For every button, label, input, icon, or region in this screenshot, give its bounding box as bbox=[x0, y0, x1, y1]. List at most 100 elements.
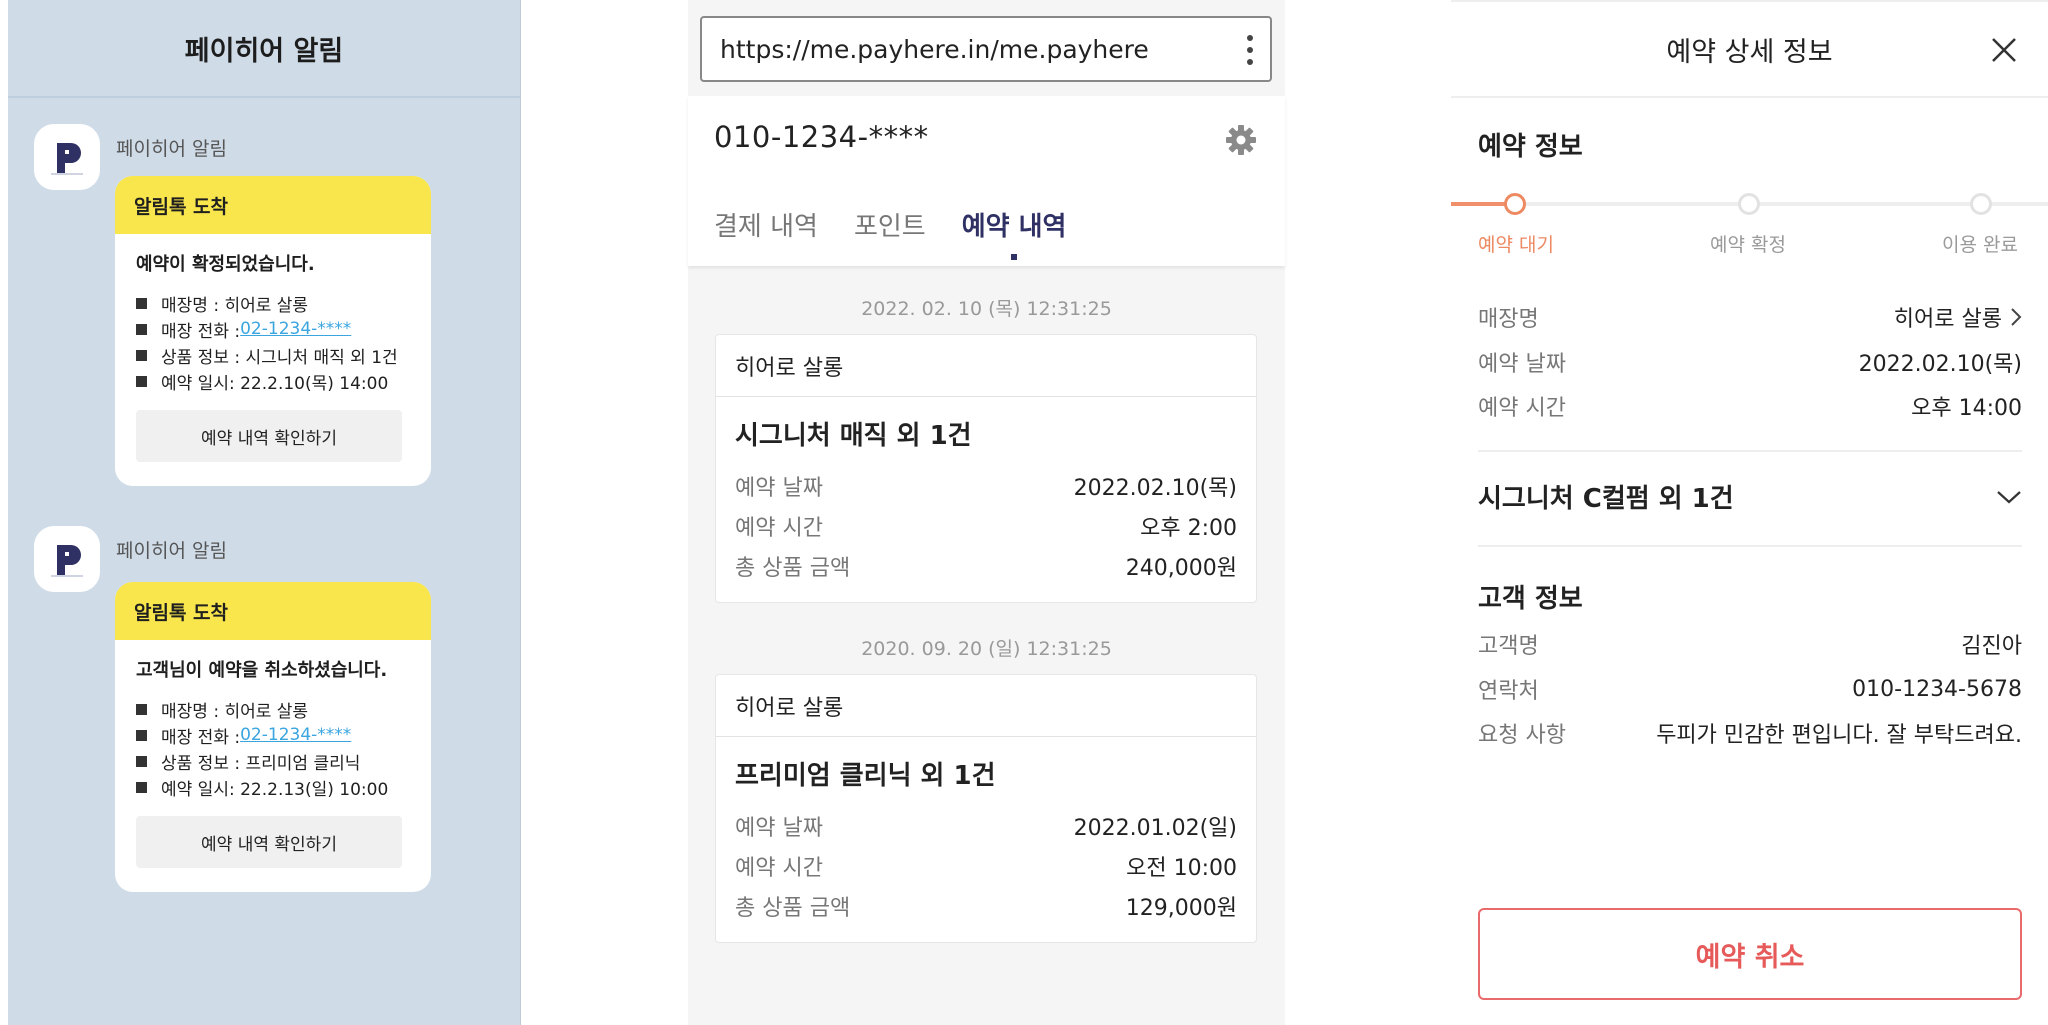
list-item: 매장명 : 히어로 살롱 bbox=[136, 696, 413, 722]
cancel-reservation-button[interactable]: 예약 취소 bbox=[1478, 908, 2022, 1000]
bullet-list: 매장명 : 히어로 살롱 매장 전화 : 02-1234-**** 상품 정보 … bbox=[136, 696, 413, 800]
tab-payments[interactable]: 결제 내역 bbox=[714, 206, 818, 243]
tab-points[interactable]: 포인트 bbox=[854, 206, 926, 243]
masked-phone-number: 010-1234-**** bbox=[714, 120, 929, 154]
detail-row-customer-name: 고객명 김진아 bbox=[1478, 624, 2022, 664]
row-label: 연락처 bbox=[1478, 679, 1539, 704]
url-text: https://me.payhere.in/me.payhere bbox=[720, 34, 1149, 64]
bubble-lead-text: 고객님이 예약을 취소하셨습니다. bbox=[136, 660, 388, 681]
row-value: 240,000원 bbox=[1125, 556, 1237, 581]
row-label: 총 상품 금액 bbox=[735, 556, 851, 581]
list-item: 예약 일시: 22.2.13(일) 10:00 bbox=[136, 774, 413, 800]
step-dot-completed bbox=[1970, 193, 1992, 215]
chevron-down-icon bbox=[1997, 490, 2021, 503]
avatar bbox=[34, 124, 100, 190]
list-item: 매장명 : 히어로 살롱 bbox=[136, 290, 413, 316]
bubble-header: 알림톡 도착 bbox=[115, 176, 431, 234]
row-label: 예약 날짜 bbox=[735, 816, 823, 841]
card-row: 예약 날짜 2022.01.02(일) bbox=[735, 806, 1237, 846]
bullet-icon bbox=[136, 729, 147, 741]
card-row: 예약 날짜 2022.02.10(목) bbox=[735, 466, 1237, 506]
bullet-icon bbox=[136, 755, 147, 767]
store-name-text: 매장명 : 히어로 살롱 bbox=[161, 701, 309, 722]
card-row: 예약 시간 오후 2:00 bbox=[735, 506, 1237, 546]
tab-bar: 결제 내역 포인트 예약 내역 bbox=[714, 206, 1066, 260]
step-label-completed: 이용 완료 bbox=[1942, 234, 2018, 256]
payhere-logo-icon bbox=[51, 143, 83, 175]
view-reservation-button[interactable]: 예약 내역 확인하기 bbox=[136, 816, 402, 868]
row-value: 오후 2:00 bbox=[1140, 516, 1237, 541]
row-value: 2022.01.02(일) bbox=[1073, 816, 1237, 841]
list-item: 상품 정보 : 프리미엄 클리닉 bbox=[136, 748, 413, 774]
customer-info-heading: 고객 정보 bbox=[1478, 584, 1583, 614]
card-product-title: 프리미엄 클리닉 외 1건 bbox=[735, 761, 996, 791]
alimtalk-bubble: 알림톡 도착 고객님이 예약을 취소하셨습니다. 매장명 : 히어로 살롱 매장… bbox=[115, 582, 431, 892]
reservation-card[interactable]: 히어로 살롱 시그니처 매직 외 1건 예약 날짜 2022.02.10(목) 예… bbox=[715, 334, 1257, 603]
url-bar[interactable]: https://me.payhere.in/me.payhere bbox=[700, 16, 1272, 82]
reservation-detail-panel: 예약 상세 정보 예약 정보 예약 대기 예약 확정 이용 완료 매장명 히어로… bbox=[1451, 0, 2048, 1025]
gear-icon[interactable] bbox=[1225, 124, 1257, 156]
row-label: 총 상품 금액 bbox=[735, 896, 851, 921]
detail-row-store[interactable]: 매장명 히어로 살롱 bbox=[1478, 297, 2022, 337]
card-row: 총 상품 금액 240,000원 bbox=[735, 546, 1237, 586]
detail-header: 예약 상세 정보 bbox=[1451, 2, 2048, 98]
chat-title: 페이히어 알림 bbox=[184, 35, 344, 67]
store-phone-label: 매장 전화 : bbox=[161, 321, 241, 342]
store-phone-label: 매장 전화 : bbox=[161, 727, 241, 748]
row-value: 010-1234-5678 bbox=[1852, 676, 2022, 702]
notification-panel: 페이히어 알림 페이히어 알림 알림톡 도착 예약이 확정되었습니다. 매장명 … bbox=[8, 0, 521, 1025]
row-label: 예약 시간 bbox=[1478, 396, 1566, 421]
store-phone-link[interactable]: 02-1234-**** bbox=[240, 725, 351, 745]
view-reservation-button[interactable]: 예약 내역 확인하기 bbox=[136, 410, 402, 462]
row-value: 두피가 민감한 편입니다. 잘 부탁드려요. bbox=[1656, 723, 2022, 748]
reservation-timestamp: 2022. 02. 10 (목) 12:31:25 bbox=[861, 298, 1112, 320]
store-phone-link[interactable]: 02-1234-**** bbox=[240, 319, 351, 339]
detail-row-time: 예약 시간 오후 14:00 bbox=[1478, 386, 2022, 426]
list-item: 상품 정보 : 시그니처 매직 외 1건 bbox=[136, 342, 413, 368]
account-header: 010-1234-**** 결제 내역 포인트 예약 내역 bbox=[688, 96, 1285, 266]
detail-row-request: 요청 사항 두피가 민감한 편입니다. 잘 부탁드려요. bbox=[1478, 713, 2022, 753]
chevron-right-icon bbox=[2011, 308, 2022, 326]
list-item: 매장 전화 : 02-1234-**** bbox=[136, 722, 413, 748]
product-summary: 시그니처 C컬펌 외 1건 bbox=[1478, 484, 1734, 514]
row-label: 매장명 bbox=[1478, 307, 1539, 332]
tab-reservations[interactable]: 예약 내역 bbox=[962, 206, 1066, 260]
card-store-name: 히어로 살롱 bbox=[716, 335, 1256, 397]
store-name-text: 매장명 : 히어로 살롱 bbox=[161, 295, 309, 316]
sender-name: 페이히어 알림 bbox=[116, 540, 227, 562]
bullet-icon bbox=[136, 703, 147, 715]
divider bbox=[1478, 545, 2022, 547]
row-label: 예약 시간 bbox=[735, 856, 823, 881]
bullet-list: 매장명 : 히어로 살롱 매장 전화 : 02-1234-**** 상품 정보 … bbox=[136, 290, 413, 394]
bullet-icon bbox=[136, 781, 147, 793]
detail-row-contact: 연락처 010-1234-5678 bbox=[1478, 669, 2022, 709]
sender-name: 페이히어 알림 bbox=[116, 138, 227, 160]
row-value: 히어로 살롱 bbox=[1893, 307, 2002, 332]
row-label: 예약 날짜 bbox=[735, 476, 823, 501]
row-value: 김진아 bbox=[1961, 634, 2022, 659]
payhere-logo-icon bbox=[51, 545, 83, 577]
product-accordion[interactable]: 시그니처 C컬펌 외 1건 bbox=[1478, 478, 2022, 515]
bullet-icon bbox=[136, 297, 147, 309]
step-label-confirmed: 예약 확정 bbox=[1710, 234, 1786, 256]
reservation-card[interactable]: 히어로 살롱 프리미엄 클리닉 외 1건 예약 날짜 2022.01.02(일) … bbox=[715, 674, 1257, 943]
reservation-timestamp: 2020. 09. 20 (일) 12:31:25 bbox=[861, 638, 1112, 660]
reservation-info-heading: 예약 정보 bbox=[1478, 132, 1583, 162]
row-value: 129,000원 bbox=[1125, 896, 1237, 921]
kebab-menu-icon[interactable] bbox=[1246, 35, 1254, 65]
row-label: 고객명 bbox=[1478, 634, 1539, 659]
card-row: 총 상품 금액 129,000원 bbox=[735, 886, 1237, 926]
card-row: 예약 시간 오전 10:00 bbox=[735, 846, 1237, 886]
bullet-icon bbox=[136, 375, 147, 387]
row-label: 예약 시간 bbox=[735, 516, 823, 541]
row-label: 요청 사항 bbox=[1478, 723, 1566, 748]
card-product-title: 시그니처 매직 외 1건 bbox=[735, 421, 972, 451]
step-dot-confirmed bbox=[1738, 193, 1760, 215]
divider bbox=[1478, 450, 2022, 452]
product-info-text: 상품 정보 : 프리미엄 클리닉 bbox=[161, 753, 361, 774]
close-icon[interactable] bbox=[1990, 36, 2018, 64]
bubble-header: 알림톡 도착 bbox=[115, 582, 431, 640]
row-value: 오후 14:00 bbox=[1911, 396, 2022, 421]
avatar bbox=[34, 526, 100, 592]
status-stepper bbox=[1451, 189, 2048, 219]
